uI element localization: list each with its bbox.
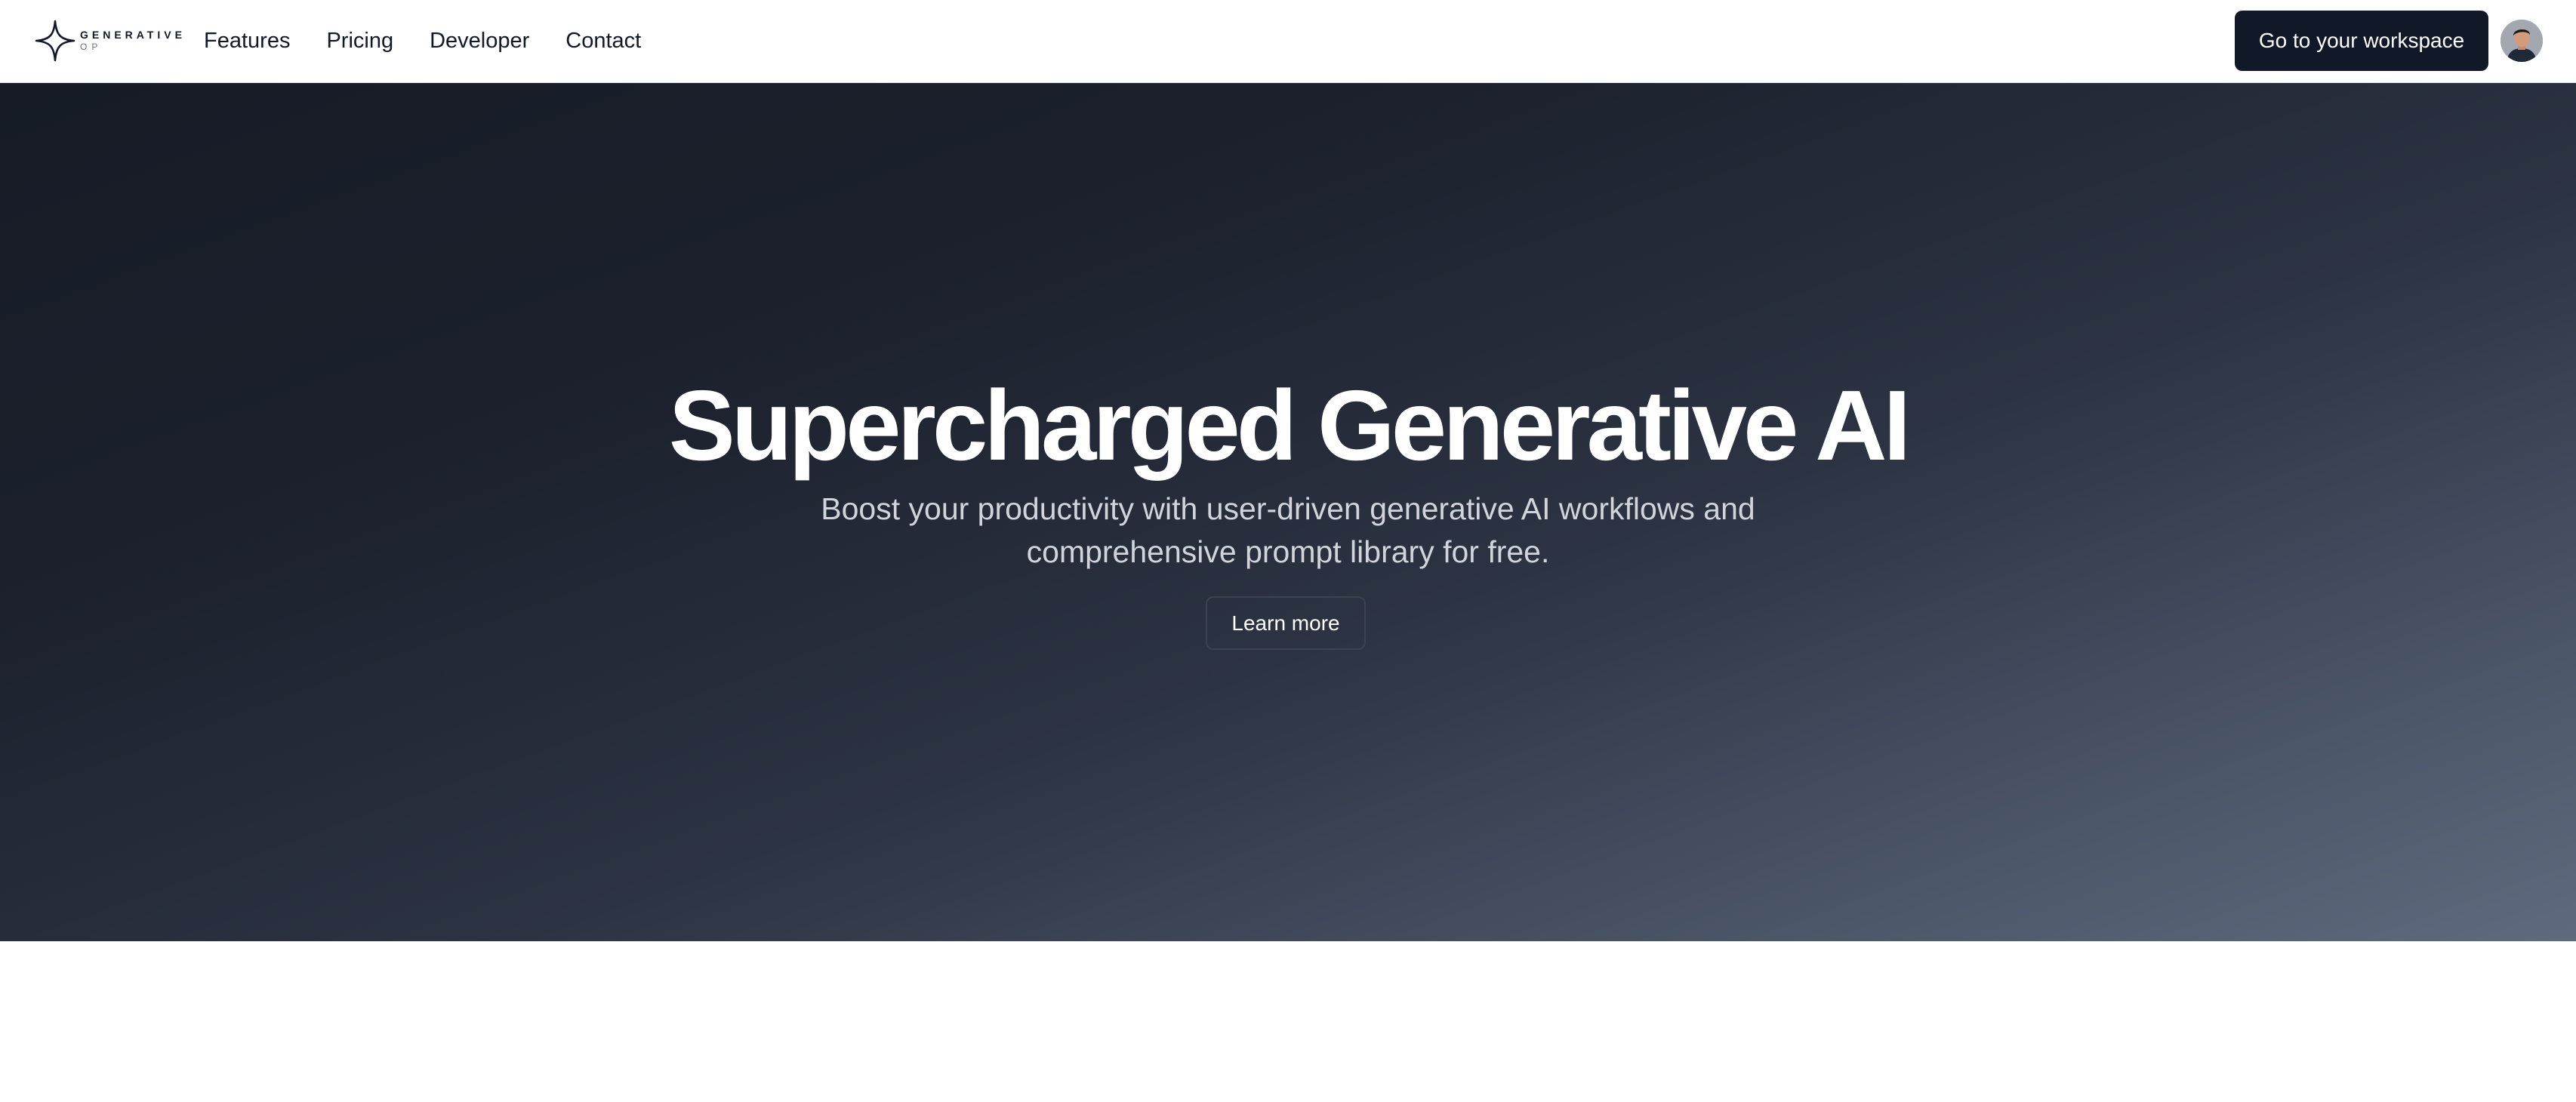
user-avatar[interactable] bbox=[2501, 20, 2543, 62]
hero-title: Supercharged Generative AI bbox=[668, 370, 1911, 481]
nav-link-features[interactable]: Features bbox=[204, 29, 290, 54]
nav-link-pricing[interactable]: Pricing bbox=[326, 29, 393, 54]
brand-name-line2: OP bbox=[80, 42, 103, 52]
brand-name-line1: GENERATIVE bbox=[80, 29, 186, 41]
go-to-workspace-button[interactable]: Go to your workspace bbox=[2235, 11, 2488, 71]
hero-section: Supercharged Generative AI Boost your pr… bbox=[0, 83, 2576, 941]
hero-subtitle: Boost your productivity with user-driven… bbox=[821, 491, 1755, 569]
user-avatar-icon bbox=[2501, 20, 2543, 62]
learn-more-button[interactable]: Learn more bbox=[1206, 596, 1366, 650]
brand-logo[interactable]: GENERATIVE OP bbox=[35, 20, 186, 62]
brand-wordmark: GENERATIVE OP bbox=[80, 29, 186, 53]
nav-link-contact[interactable]: Contact bbox=[565, 29, 641, 54]
main-nav: Features Pricing Developer Contact bbox=[204, 0, 677, 82]
top-navbar: GENERATIVE OP Features Pricing Developer… bbox=[0, 0, 2576, 83]
nav-link-developer[interactable]: Developer bbox=[430, 29, 529, 54]
four-point-star-icon bbox=[35, 20, 75, 62]
